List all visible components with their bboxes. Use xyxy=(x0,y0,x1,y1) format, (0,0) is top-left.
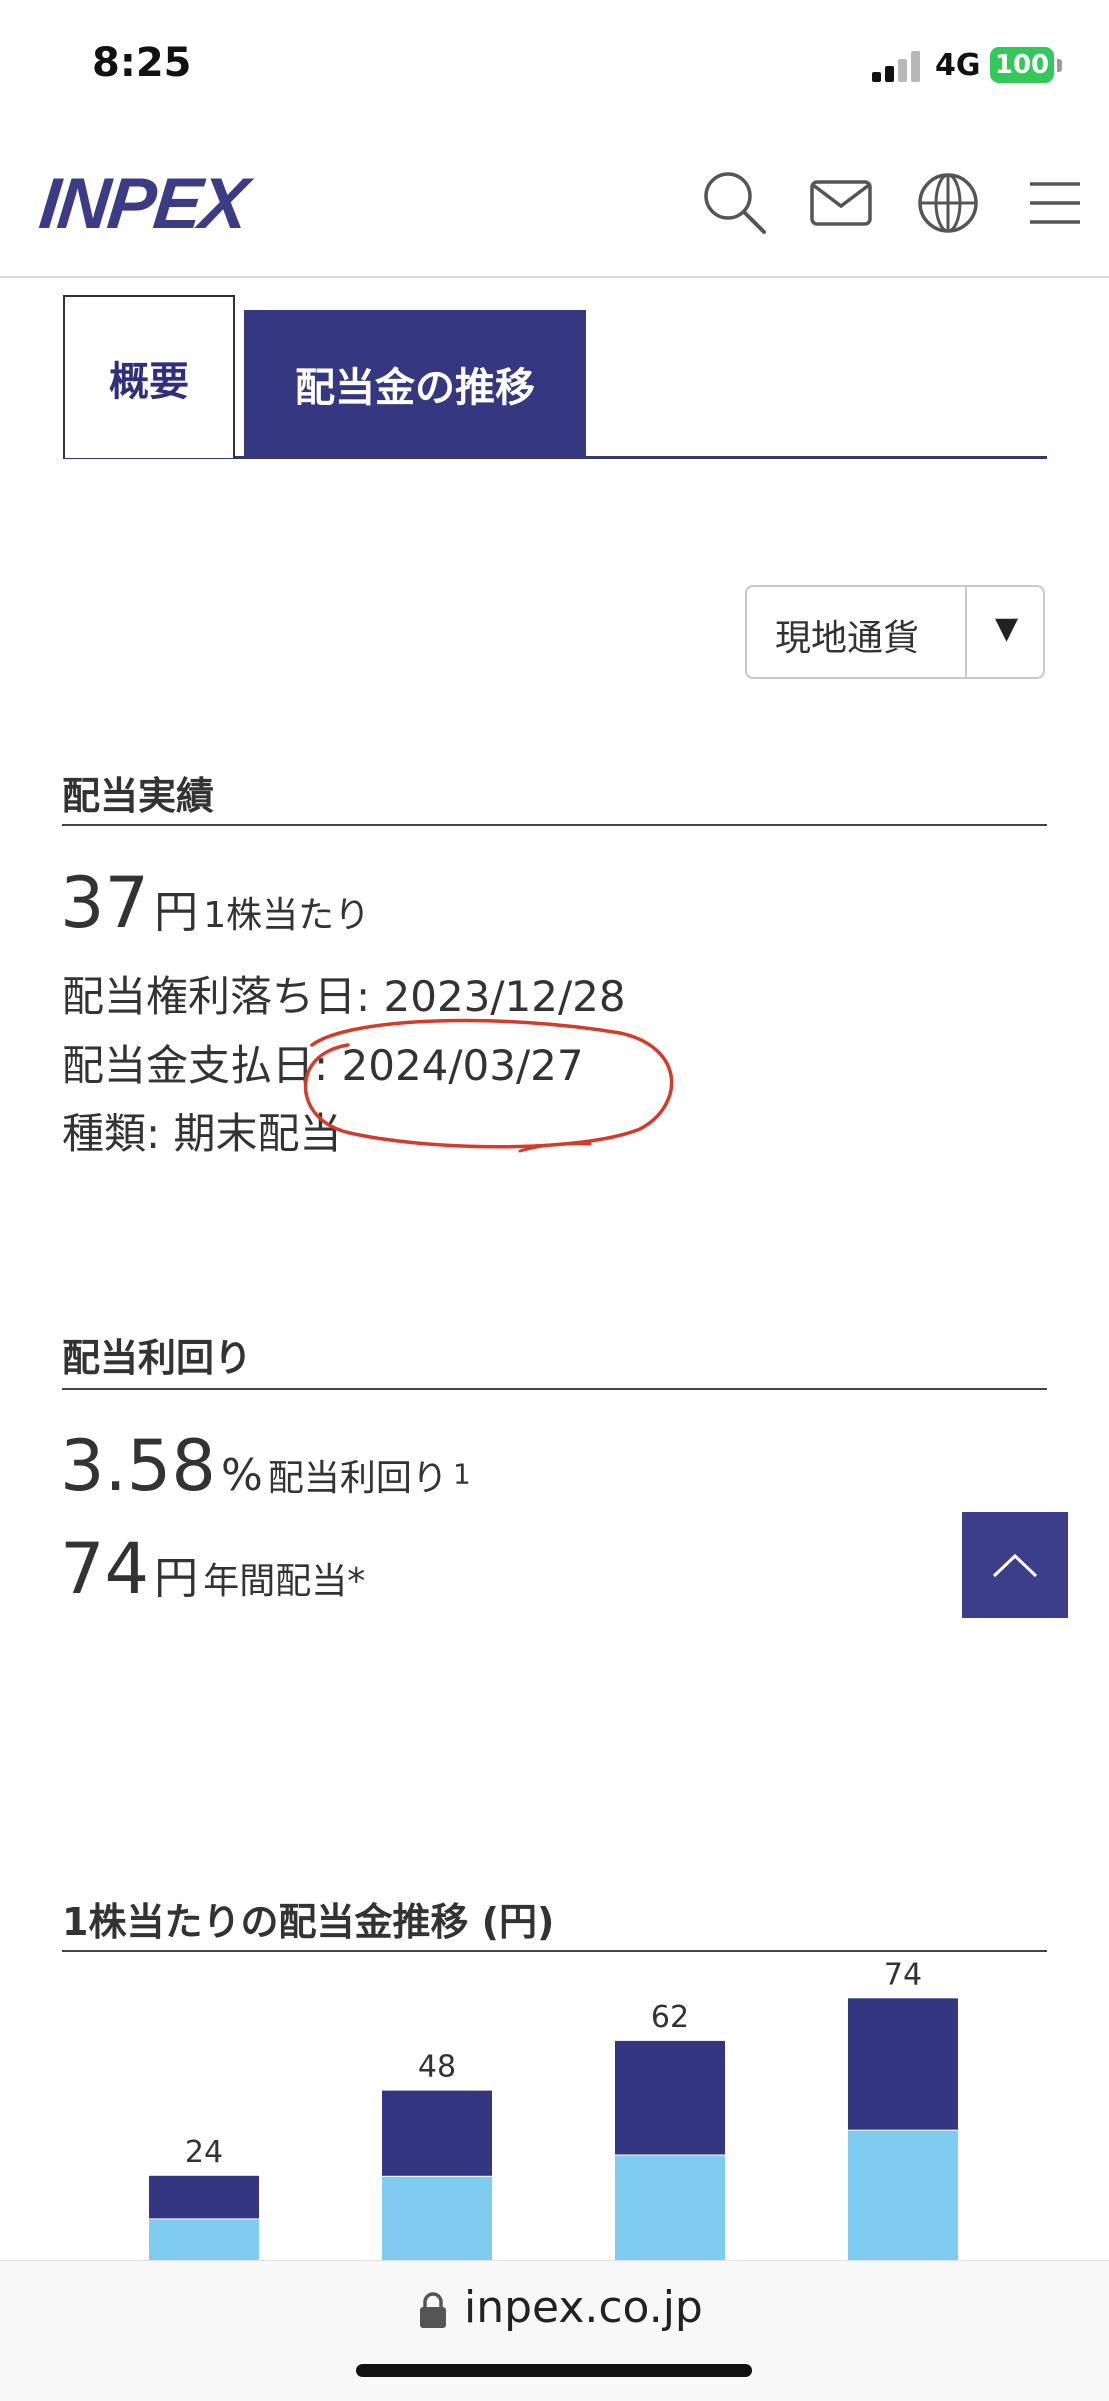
bar-segment xyxy=(615,2154,725,2260)
dropdown-arrow-icon[interactable]: ▼ xyxy=(995,611,1018,646)
red-circle-annotation xyxy=(303,1018,674,1153)
tab-overview[interactable]: 概要 xyxy=(63,295,235,458)
url-text[interactable]: inpex.co.jp xyxy=(464,2282,703,2333)
lock-icon xyxy=(420,2292,446,2328)
section-divider xyxy=(62,824,1047,826)
dividend-amount: 37 xyxy=(60,862,150,944)
bar-segment xyxy=(149,2175,259,2219)
status-time: 8:25 xyxy=(92,40,192,86)
chevron-up-icon xyxy=(992,1553,1038,1578)
dividend-unit: 円 xyxy=(154,887,199,938)
yield-footnote-ref[interactable]: 1 xyxy=(453,1458,471,1491)
battery-icon: 100 xyxy=(990,47,1054,83)
network-type: 4G xyxy=(935,48,981,83)
tab-dividend-history[interactable]: 配当金の推移 xyxy=(244,310,586,458)
section-divider xyxy=(62,1950,1047,1952)
per-share-label: 1株当たり xyxy=(203,895,371,936)
annual-dividend-label: 年間配当* xyxy=(203,1561,366,1602)
globe-icon[interactable] xyxy=(913,168,983,238)
search-icon[interactable] xyxy=(700,168,770,238)
bar-segment xyxy=(382,2090,492,2176)
annual-dividend-unit: 円 xyxy=(154,1553,199,1604)
currency-select-divider xyxy=(965,587,967,677)
annual-dividend-value: 74 xyxy=(60,1528,150,1610)
bar-total-label: 48 xyxy=(418,2050,456,2085)
header-divider xyxy=(0,276,1109,278)
bar-total-label: 62 xyxy=(651,2000,689,2035)
bar-segment xyxy=(615,2040,725,2155)
bar-segment xyxy=(848,1998,958,2130)
bar-total-label: 74 xyxy=(884,1960,922,1992)
currency-select-value: 現地通貨 xyxy=(775,618,920,659)
battery-tip xyxy=(1057,59,1062,72)
yield-label: 配当利回り xyxy=(267,1458,448,1499)
currency-select[interactable]: 現地通貨 ▼ xyxy=(745,585,1045,679)
yield-value: 3.58 xyxy=(60,1425,216,1507)
menu-icon[interactable] xyxy=(1020,168,1090,238)
section-divider xyxy=(62,1388,1047,1390)
chart-title: 1株当たりの配当金推移 (円) xyxy=(62,1900,555,1944)
dividend-history-chart: 24 48 62 74 xyxy=(149,1960,958,2260)
dividend-yield-title: 配当利回り xyxy=(62,1336,253,1380)
mail-icon[interactable] xyxy=(806,168,876,238)
bar-segment xyxy=(848,2129,958,2260)
signal-icon xyxy=(872,50,924,82)
bar-segment xyxy=(382,2175,492,2260)
yield-unit: % xyxy=(220,1450,263,1501)
inpex-logo[interactable]: INPEX xyxy=(36,163,251,245)
bar-total-label: 24 xyxy=(185,2135,223,2170)
bar-segment xyxy=(149,2218,259,2260)
dividend-results-title: 配当実績 xyxy=(62,774,215,818)
home-indicator xyxy=(356,2364,752,2377)
back-to-top-button[interactable] xyxy=(962,1512,1068,1618)
